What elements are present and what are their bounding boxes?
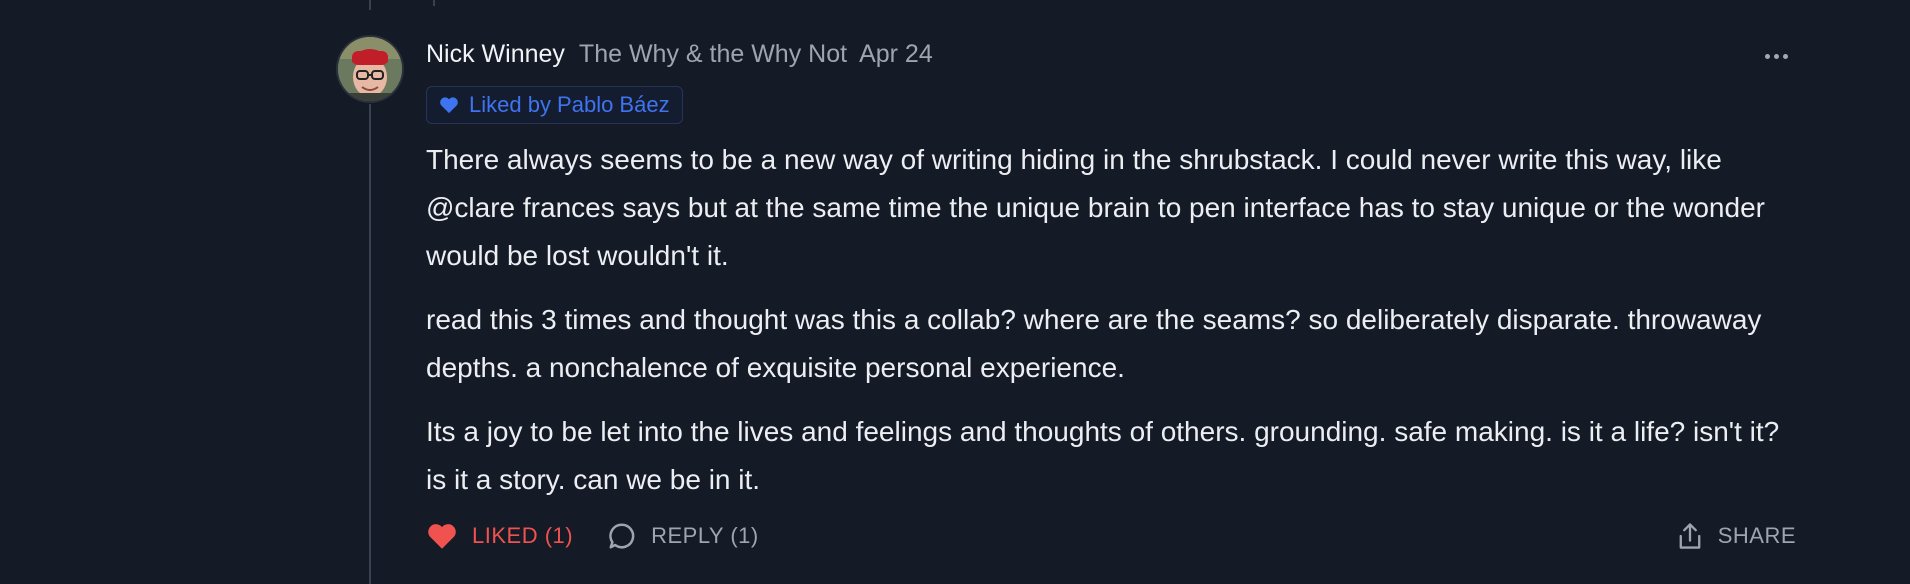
reply-label: REPLY (1) bbox=[651, 523, 759, 548]
comment-paragraph: Its a joy to be let into the lives and f… bbox=[426, 416, 1780, 495]
thread-line-top-right bbox=[433, 0, 435, 6]
comment-meta: Nick Winney The Why & the Why Not Apr 24 bbox=[426, 40, 1796, 76]
liked-by-badge[interactable]: Liked by Pablo Báez bbox=[426, 86, 683, 124]
share-upload-icon bbox=[1679, 523, 1701, 549]
comment: Nick Winney The Why & the Why Not Apr 24… bbox=[426, 40, 1796, 520]
author-name[interactable]: Nick Winney bbox=[426, 40, 565, 69]
more-icon bbox=[1764, 53, 1770, 59]
comment-paragraph: read this 3 times and thought was this a… bbox=[426, 304, 1762, 383]
more-icon-dot bbox=[1773, 53, 1779, 59]
publication-name[interactable]: The Why & the Why Not bbox=[579, 40, 847, 69]
more-icon-dot bbox=[1782, 53, 1788, 59]
heart-filled-icon bbox=[428, 524, 456, 549]
more-options-button[interactable] bbox=[1756, 46, 1796, 66]
comment-date[interactable]: Apr 24 bbox=[859, 40, 933, 69]
like-label: LIKED (1) bbox=[472, 523, 574, 548]
share-label: SHARE bbox=[1717, 523, 1796, 548]
reply-button[interactable]: REPLY (1) bbox=[607, 521, 759, 551]
comment-paragraph: There always seems to be a new way of wr… bbox=[426, 144, 1765, 271]
heart-icon bbox=[440, 97, 458, 114]
liked-by-label: Liked by Pablo Báez bbox=[469, 92, 670, 117]
comment-body: There always seems to be a new way of wr… bbox=[426, 136, 1796, 504]
avatar-image bbox=[338, 37, 402, 101]
comment-actions: LIKED (1) REPLY (1) SHARE bbox=[426, 516, 1796, 556]
thread-line-top bbox=[369, 0, 371, 10]
speech-bubble-icon bbox=[609, 523, 635, 549]
thread-line bbox=[369, 104, 371, 584]
share-button[interactable]: SHARE bbox=[1676, 521, 1796, 551]
like-button[interactable]: LIKED (1) bbox=[426, 522, 573, 550]
avatar[interactable] bbox=[338, 37, 402, 101]
